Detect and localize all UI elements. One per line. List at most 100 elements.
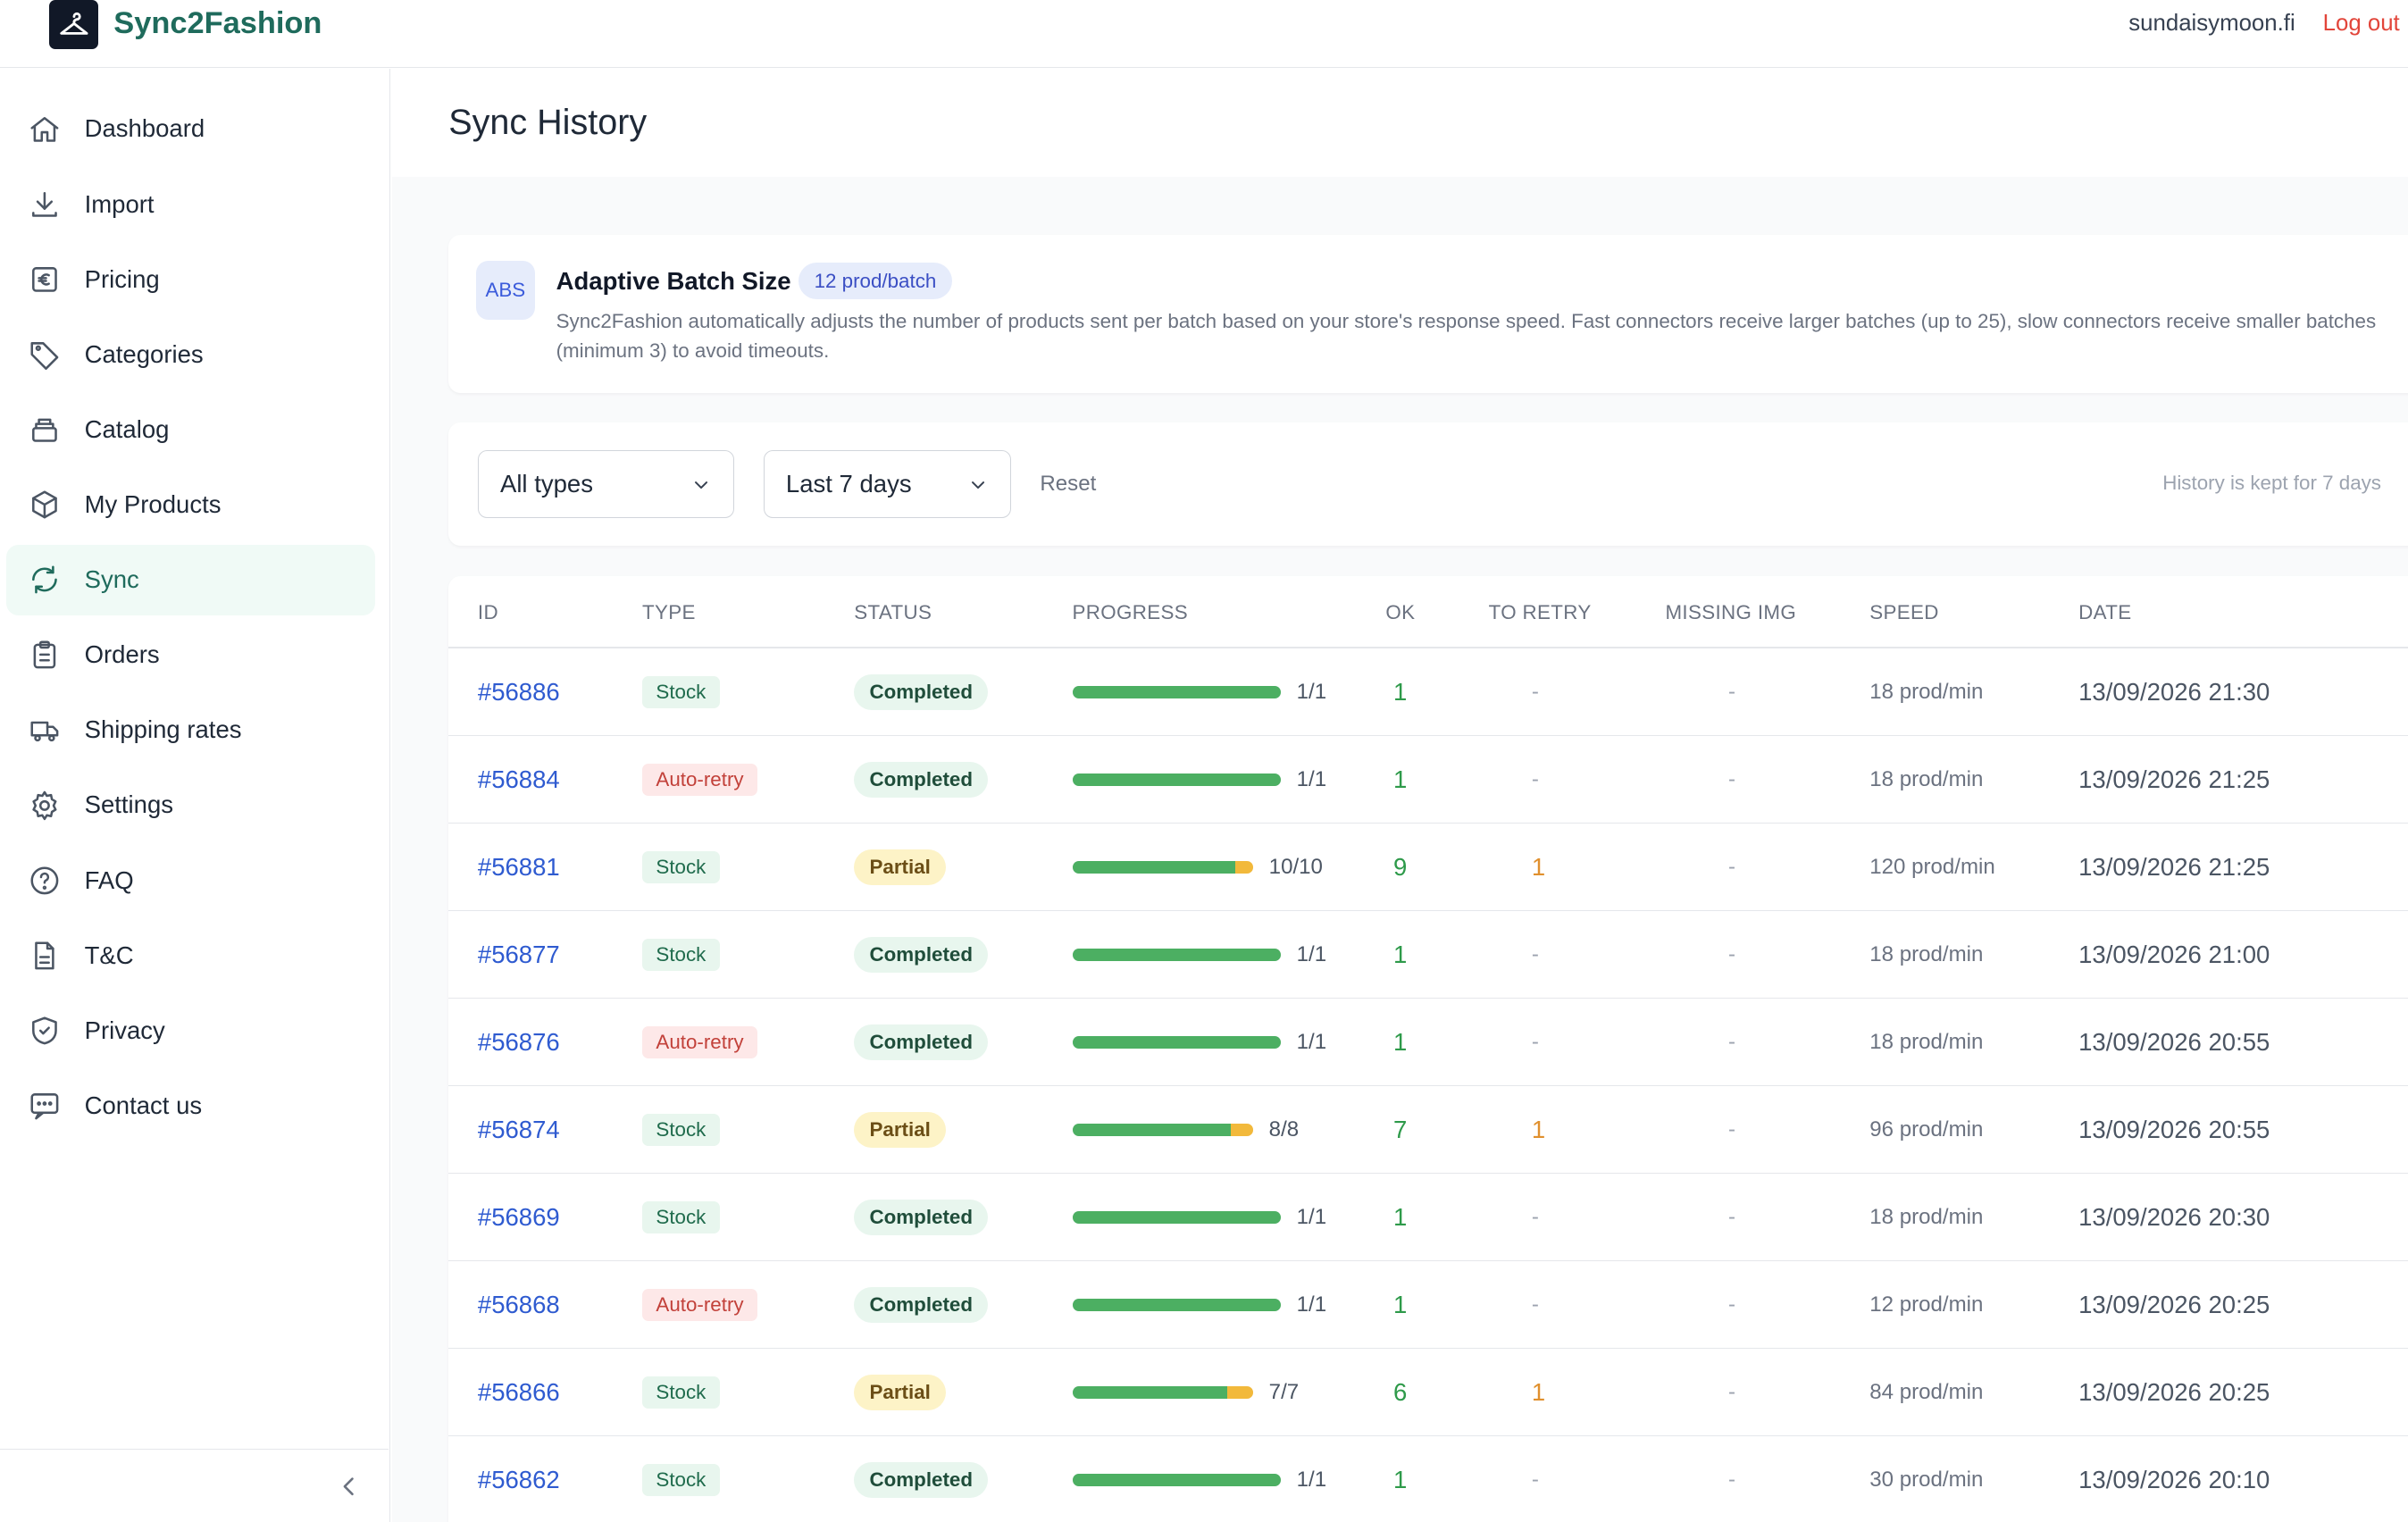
progress-count: 1/1 xyxy=(1296,679,1327,704)
table-row[interactable]: #56869 Stock Completed 1/1 1 - - 18 prod/min 13/… xyxy=(448,1174,2408,1262)
sync-id-link[interactable]: #56869 xyxy=(478,1203,560,1232)
sync-id-link[interactable]: #56874 xyxy=(478,1116,560,1144)
col-header-progress[interactable]: PROGRESS xyxy=(1073,601,1188,624)
sync-id-link[interactable]: #56886 xyxy=(478,678,560,707)
sidebar-item-my-products[interactable]: My Products xyxy=(6,469,375,539)
sync-id-link[interactable]: #56862 xyxy=(478,1466,560,1494)
retry-count: 1 xyxy=(1531,852,1546,881)
progress-ok-fill xyxy=(1072,1386,1228,1400)
progress-ok-fill xyxy=(1072,774,1282,786)
missing-img-count: - xyxy=(1727,1030,1735,1054)
document-icon xyxy=(35,941,54,970)
col-header-speed[interactable]: SPEED xyxy=(1869,601,1939,624)
home-icon xyxy=(30,116,59,142)
sync-id-link[interactable]: #56868 xyxy=(478,1291,560,1319)
col-header-status[interactable]: STATUS xyxy=(854,601,932,624)
sync-id-link[interactable]: #56866 xyxy=(478,1378,560,1407)
sync-date: 13/09/2026 20:25 xyxy=(2078,1378,2270,1407)
sync-speed: 84 prod/min xyxy=(1869,1380,1984,1405)
retry-count: - xyxy=(1531,1292,1539,1317)
sidebar-item-settings[interactable]: Settings xyxy=(6,770,375,840)
progress-bar xyxy=(1072,949,1282,961)
hanger-logo-icon[interactable] xyxy=(49,0,99,50)
table-row[interactable]: #56881 Stock Partial 10/10 9 1 - 120 prod/min 13… xyxy=(448,824,2408,911)
missing-img-count: - xyxy=(1727,1205,1735,1230)
type-badge: Stock xyxy=(641,1376,720,1409)
table-row[interactable]: #56886 Stock Completed 1/1 1 - - 18 prod/min 13/… xyxy=(448,648,2408,736)
type-badge: Auto-retry xyxy=(641,1288,758,1322)
reset-filters-button[interactable]: Reset xyxy=(1040,472,1096,497)
col-header-type[interactable]: TYPE xyxy=(642,601,696,624)
sync-date: 13/09/2026 21:00 xyxy=(2078,940,2270,968)
sidebar-item-faq[interactable]: FAQ xyxy=(6,845,375,916)
sync-id-link[interactable]: #56876 xyxy=(478,1028,560,1057)
retry-count: 1 xyxy=(1531,1116,1546,1144)
retention-note: History is kept for 7 days xyxy=(2162,472,2381,495)
progress-count: 10/10 xyxy=(1268,854,1323,879)
retry-count: - xyxy=(1531,766,1539,791)
sidebar-item-label: Categories xyxy=(84,339,204,368)
logout-link[interactable]: Log out xyxy=(2323,11,2408,37)
retry-count: - xyxy=(1531,1030,1539,1054)
sidebar-item-categories[interactable]: Categories xyxy=(6,319,375,389)
table-row[interactable]: #56862 Stock Completed 1/1 1 - - 30 prod/min 13/… xyxy=(448,1436,2408,1522)
table-row[interactable]: #56877 Stock Completed 1/1 1 - - 18 prod/min 13/… xyxy=(448,911,2408,999)
download-icon xyxy=(31,191,57,217)
sidebar-item-sync[interactable]: Sync xyxy=(5,544,375,615)
col-header-id[interactable]: ID xyxy=(478,601,498,624)
date-range-value: Last 7 days xyxy=(785,469,912,498)
progress-count: 1/1 xyxy=(1296,766,1327,791)
brand-name[interactable]: Sync2Fashion xyxy=(113,6,322,41)
progress-ok-fill xyxy=(1072,1299,1282,1311)
col-header-date[interactable]: DATE xyxy=(2078,601,2131,624)
sidebar-item-contact-us[interactable]: Contact us xyxy=(6,1070,375,1141)
table-row[interactable]: #56868 Auto-retry Completed 1/1 1 - - 12 prod/m… xyxy=(448,1261,2408,1350)
sidebar-item-t-c[interactable]: T&C xyxy=(6,920,375,991)
progress-retry-fill xyxy=(1234,861,1254,874)
abs-badge: ABS xyxy=(476,261,535,320)
catalog-icon xyxy=(31,418,57,442)
sidebar-item-privacy[interactable]: Privacy xyxy=(6,995,375,1066)
collapse-sidebar-icon[interactable] xyxy=(333,1471,364,1501)
sidebar-item-shipping-rates[interactable]: Shipping rates xyxy=(6,695,375,765)
ok-count: 7 xyxy=(1393,1116,1408,1144)
sidebar-item-pricing[interactable]: Pricing xyxy=(6,244,375,314)
col-header-ok[interactable]: OK xyxy=(1385,601,1415,624)
type-badge: Auto-retry xyxy=(641,1025,758,1059)
col-header-missing-img[interactable]: MISSING IMG xyxy=(1665,601,1796,624)
sidebar-item-label: Catalog xyxy=(84,414,170,443)
sidebar-item-orders[interactable]: Orders xyxy=(6,620,375,690)
table-row[interactable]: #56874 Stock Partial 8/8 7 1 - 96 prod/min 13/09… xyxy=(448,1086,2408,1175)
sync-icon xyxy=(31,565,57,594)
progress-count: 1/1 xyxy=(1296,1205,1327,1230)
table-row[interactable]: #56876 Auto-retry Completed 1/1 1 - - 18 prod/m… xyxy=(448,999,2408,1087)
sidebar-item-import[interactable]: Import xyxy=(6,169,375,239)
type-filter-select[interactable]: All types xyxy=(477,449,735,518)
sync-speed: 120 prod/min xyxy=(1869,854,1995,879)
sync-speed: 18 prod/min xyxy=(1869,679,1984,704)
progress-count: 1/1 xyxy=(1296,941,1327,966)
sidebar: Dashboard Import Pricing Categories Catalog M… xyxy=(0,69,390,1522)
col-header-to-retry[interactable]: TO RETRY xyxy=(1489,601,1592,624)
sidebar-item-catalog[interactable]: Catalog xyxy=(6,394,375,464)
sidebar-item-dashboard[interactable]: Dashboard xyxy=(6,94,375,164)
progress-count: 1/1 xyxy=(1296,1292,1327,1317)
ok-count: 9 xyxy=(1393,852,1408,881)
missing-img-count: - xyxy=(1727,854,1735,879)
date-range-select[interactable]: Last 7 days xyxy=(763,449,1011,518)
ok-count: 1 xyxy=(1393,765,1408,793)
sync-id-link[interactable]: #56884 xyxy=(478,765,560,794)
sidebar-item-label: Sync xyxy=(84,565,139,594)
sync-date: 13/09/2026 21:30 xyxy=(2078,677,2270,706)
table-row[interactable]: #56866 Stock Partial 7/7 6 1 - 84 prod/min 13/09… xyxy=(448,1349,2408,1437)
sync-speed: 18 prod/min xyxy=(1869,1205,1984,1230)
progress-ok-fill xyxy=(1072,949,1282,961)
sync-id-link[interactable]: #56881 xyxy=(478,853,560,882)
type-badge: Stock xyxy=(641,675,720,708)
sidebar-item-label: FAQ xyxy=(84,866,134,894)
sync-id-link[interactable]: #56877 xyxy=(478,941,560,969)
table-row[interactable]: #56884 Auto-retry Completed 1/1 1 - - 18 prod/m… xyxy=(448,736,2408,824)
progress-ok-fill xyxy=(1072,1474,1282,1487)
chat-icon xyxy=(30,1092,59,1120)
ok-count: 1 xyxy=(1393,1466,1408,1494)
